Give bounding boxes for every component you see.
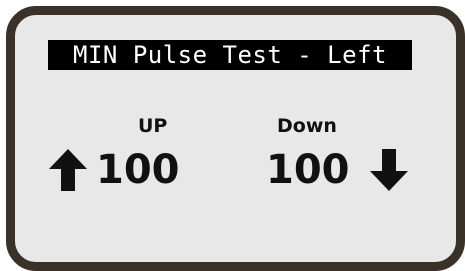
- display-bezel: MIN Pulse Test - Left UP Down 100 100: [6, 6, 465, 271]
- arrow-up-icon: [49, 149, 87, 191]
- up-label: UP: [138, 115, 168, 137]
- up-value: 100: [96, 147, 180, 193]
- screen-title: MIN Pulse Test - Left: [48, 40, 412, 70]
- down-value: 100: [266, 147, 350, 193]
- arrow-down-icon: [370, 149, 408, 191]
- down-label: Down: [277, 115, 337, 137]
